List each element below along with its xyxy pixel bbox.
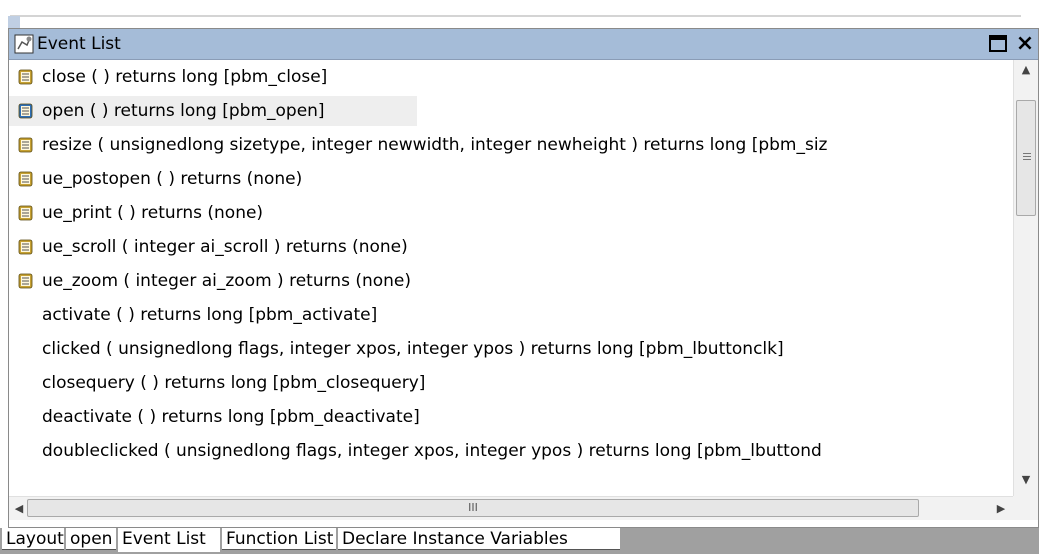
vertical-scrollbar[interactable]: ▲ ▼ [1013, 60, 1038, 496]
horizontal-scroll-thumb[interactable]: III [27, 499, 919, 517]
divider [10, 15, 1021, 17]
panel-titlebar: Event List × [9, 29, 1038, 60]
top-strip [0, 0, 1039, 28]
event-row[interactable]: closequery ( ) returns long [pbm_closequ… [9, 366, 1013, 400]
scroll-up-button[interactable]: ▲ [1014, 60, 1038, 80]
maximize-button[interactable] [989, 35, 1007, 52]
event-row[interactable]: ue_zoom ( integer ai_zoom ) returns (non… [9, 264, 1013, 298]
event-row[interactable]: ue_print ( ) returns (none) [9, 196, 1013, 230]
tab-declare-instance-variables[interactable]: Declare Instance Variables [338, 528, 620, 550]
event-label: resize ( unsignedlong sizetype, integer … [42, 135, 828, 155]
event-label: activate ( ) returns long [pbm_activate] [42, 305, 378, 325]
event-label: doubleclicked ( unsignedlong flags, inte… [42, 441, 822, 461]
scroll-right-button[interactable]: ▶ [991, 497, 1011, 520]
tab-event-list[interactable]: Event List [118, 528, 220, 552]
event-list-panel: Event List × close ( ) returns long [pbm… [8, 28, 1039, 528]
event-row[interactable]: deactivate ( ) returns long [pbm_deactiv… [9, 400, 1013, 434]
script-icon [18, 69, 33, 85]
script-icon [18, 205, 33, 221]
tab-label: Function List [226, 529, 334, 549]
tab-layout[interactable]: Layout [2, 528, 64, 550]
tab-function-list[interactable]: Function List [222, 528, 336, 550]
script-icon [18, 273, 33, 289]
event-row[interactable]: resize ( unsignedlong sizetype, integer … [9, 128, 1013, 162]
vertical-scroll-thumb[interactable] [1016, 100, 1036, 216]
event-label: close ( ) returns long [pbm_close] [42, 67, 328, 87]
script-icon [18, 239, 33, 255]
event-label: clicked ( unsignedlong flags, integer xp… [42, 339, 784, 359]
event-row[interactable]: activate ( ) returns long [pbm_activate] [9, 298, 1013, 332]
close-button[interactable]: × [1013, 31, 1037, 57]
event-label: open ( ) returns long [pbm_open] [42, 101, 325, 121]
event-label: ue_zoom ( integer ai_zoom ) returns (non… [42, 271, 412, 291]
event-label: ue_postopen ( ) returns (none) [42, 169, 303, 189]
grip-line [1023, 156, 1031, 157]
grip-line [1023, 153, 1031, 154]
event-list[interactable]: close ( ) returns long [pbm_close]open (… [9, 60, 1013, 496]
script-icon [18, 137, 33, 153]
event-label: deactivate ( ) returns long [pbm_deactiv… [42, 407, 420, 427]
event-list-icon [14, 34, 34, 54]
tab-label: Declare Instance Variables [342, 529, 568, 549]
event-row[interactable]: ue_postopen ( ) returns (none) [9, 162, 1013, 196]
panel-title: Event List [37, 34, 121, 54]
tab-label: Event List [122, 529, 206, 549]
tab-bar: Layout open Event List Function List Declare… [0, 528, 1039, 554]
event-row[interactable]: open ( ) returns long [pbm_open] [9, 94, 1013, 128]
tab-label: open [70, 529, 113, 549]
event-label: ue_print ( ) returns (none) [42, 203, 264, 223]
event-label: closequery ( ) returns long [pbm_closequ… [42, 373, 426, 393]
event-row[interactable]: clicked ( unsignedlong flags, integer xp… [9, 332, 1013, 366]
event-row[interactable]: close ( ) returns long [pbm_close] [9, 60, 1013, 94]
event-row[interactable]: doubleclicked ( unsignedlong flags, inte… [9, 434, 1013, 468]
horizontal-scrollbar[interactable]: ◀ III ▶ [9, 496, 1013, 520]
divider-corner [8, 16, 20, 28]
tab-label: Layout [6, 529, 64, 549]
event-row[interactable]: ue_scroll ( integer ai_scroll ) returns … [9, 230, 1013, 264]
grip-line [1023, 159, 1031, 160]
script-icon [18, 171, 33, 187]
scrollbar-corner [1013, 496, 1038, 520]
event-label: ue_scroll ( integer ai_scroll ) returns … [42, 237, 408, 257]
scroll-left-button[interactable]: ◀ [9, 497, 29, 520]
script-icon [18, 103, 33, 119]
scroll-down-button[interactable]: ▼ [1014, 470, 1038, 490]
tab-open[interactable]: open [66, 528, 116, 550]
